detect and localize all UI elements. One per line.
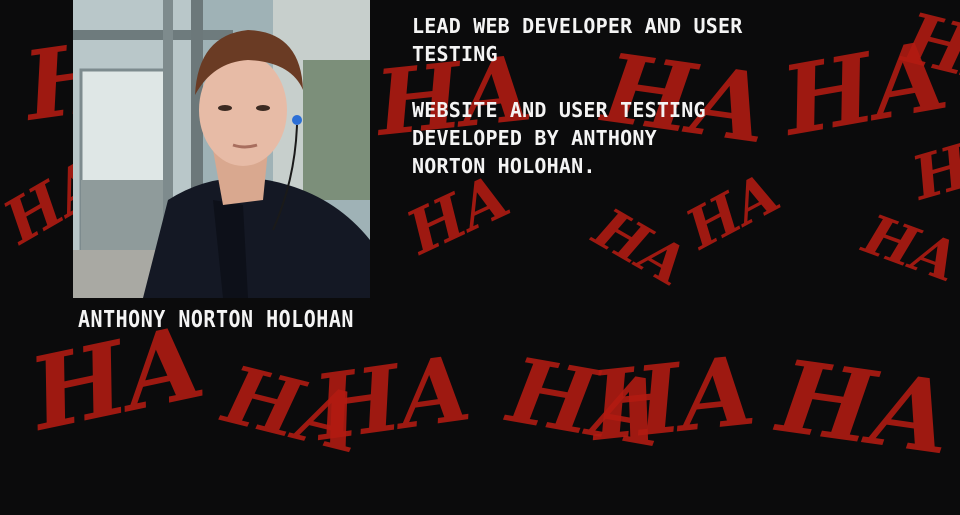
- developer-role: LEAD WEB DEVELOPER AND USER TESTING: [412, 14, 743, 66]
- ha-pattern-glyph: HA: [583, 335, 760, 463]
- profile-page: HAHAHAHAHAHAHAHAHAHAHAHAHAHAHAHAHAHAHA: [0, 0, 960, 515]
- ha-pattern-glyph: HA: [305, 335, 476, 462]
- profile-name-caption: ANTHONY NORTON HOLOHAN: [78, 305, 354, 333]
- ha-pattern-glyph: HA: [769, 336, 959, 477]
- developer-info: LEAD WEB DEVELOPER AND USER TESTING WEBS…: [412, 12, 772, 180]
- developer-description: WEBSITE AND USER TESTING DEVELOPED BY AN…: [412, 98, 706, 178]
- ha-pattern-glyph: HA: [854, 200, 960, 294]
- profile-photo: [73, 0, 370, 298]
